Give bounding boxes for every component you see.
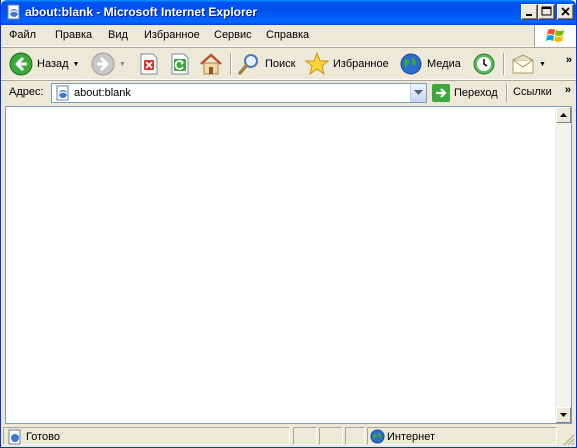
resize-grip-icon[interactable]	[563, 434, 575, 446]
arrow-down-icon	[560, 413, 567, 417]
forward-arrow-icon	[91, 52, 115, 76]
minimize-icon	[526, 14, 532, 16]
ie-page-icon	[7, 4, 20, 20]
forward-dropdown-icon[interactable]: ▼	[119, 61, 126, 68]
home-button[interactable]	[199, 52, 223, 76]
menu-view[interactable]: Вид	[108, 29, 128, 41]
mail-icon	[512, 54, 534, 74]
menu-tools[interactable]: Сервис	[214, 29, 252, 41]
maximize-button[interactable]	[538, 4, 555, 20]
arrow-up-icon	[560, 113, 567, 117]
ie-window: about:blank - Microsoft Internet Explore…	[0, 0, 577, 448]
search-label: Поиск	[265, 58, 296, 70]
go-button[interactable]: Переход	[432, 84, 498, 102]
standard-toolbar: Назад ▼ ▼ Поиск Избранное Медиа ▼ »	[1, 48, 576, 80]
toolbar-separator	[503, 53, 505, 75]
stop-icon	[140, 53, 158, 75]
back-dropdown-icon[interactable]: ▼	[73, 61, 80, 68]
minimize-button[interactable]	[521, 4, 538, 20]
page-content[interactable]	[5, 106, 572, 424]
favorites-label: Избранное	[333, 58, 389, 70]
zone-panel: Интернет	[367, 427, 557, 445]
favorites-button[interactable]: Избранное	[305, 52, 389, 76]
back-label: Назад	[37, 58, 69, 70]
back-button[interactable]: Назад ▼	[9, 52, 79, 76]
media-globe-icon	[400, 53, 422, 75]
menu-bar: Файл Правка Вид Избранное Сервис Справка	[1, 25, 576, 47]
chevron-down-icon	[414, 90, 423, 95]
windows-logo	[534, 25, 576, 47]
history-clock-icon	[473, 53, 495, 75]
status-text: Готово	[26, 431, 60, 443]
page-status-icon	[8, 429, 21, 445]
status-panel-empty	[293, 427, 317, 445]
status-panel-empty	[345, 427, 365, 445]
close-icon	[561, 7, 570, 16]
refresh-button[interactable]	[170, 52, 190, 76]
menu-edit[interactable]: Правка	[55, 29, 92, 41]
menu-favorites[interactable]: Избранное	[144, 29, 200, 41]
media-label: Медиа	[427, 58, 461, 70]
search-button[interactable]: Поиск	[237, 52, 295, 76]
star-icon	[305, 52, 329, 76]
forward-button[interactable]: ▼	[91, 52, 126, 76]
page-icon	[56, 85, 69, 101]
status-panel-empty	[319, 427, 343, 445]
home-icon	[200, 53, 222, 75]
links-overflow-icon[interactable]: »	[565, 84, 571, 96]
mail-dropdown-icon[interactable]: ▼	[539, 61, 546, 68]
vertical-scrollbar[interactable]	[555, 107, 571, 423]
links-button[interactable]: Ссылки	[513, 86, 552, 98]
menu-help[interactable]: Справка	[266, 29, 309, 41]
address-dropdown-button[interactable]	[410, 84, 426, 102]
scroll-up-button[interactable]	[556, 107, 571, 123]
address-url: about:blank	[74, 87, 131, 99]
windows-flag-icon	[546, 29, 564, 42]
history-button[interactable]	[472, 52, 496, 76]
address-input[interactable]: about:blank	[51, 83, 427, 103]
zone-text: Интернет	[387, 431, 435, 443]
scroll-down-button[interactable]	[556, 407, 571, 423]
window-title: about:blank - Microsoft Internet Explore…	[25, 5, 258, 19]
go-arrow-icon	[432, 84, 450, 102]
status-bar: Готово Интернет	[1, 425, 576, 447]
title-bar[interactable]: about:blank - Microsoft Internet Explore…	[1, 0, 576, 25]
toolbar-overflow-icon[interactable]: »	[566, 54, 572, 66]
go-label: Переход	[454, 87, 498, 99]
menu-file[interactable]: Файл	[9, 29, 36, 41]
maximize-icon	[541, 6, 552, 16]
refresh-icon	[171, 53, 189, 75]
media-button[interactable]: Медиа	[399, 52, 461, 76]
mail-button[interactable]: ▼	[511, 52, 546, 76]
close-button[interactable]	[557, 4, 574, 20]
address-bar: Адрес: about:blank Переход Ссылки »	[1, 81, 576, 105]
internet-zone-icon	[370, 429, 385, 444]
status-panel: Готово	[3, 427, 290, 445]
address-label: Адрес:	[9, 86, 44, 98]
back-arrow-icon	[9, 52, 33, 76]
links-separator	[506, 84, 508, 102]
toolbar-separator	[230, 53, 232, 75]
stop-button[interactable]	[139, 52, 159, 76]
search-icon	[238, 54, 258, 75]
